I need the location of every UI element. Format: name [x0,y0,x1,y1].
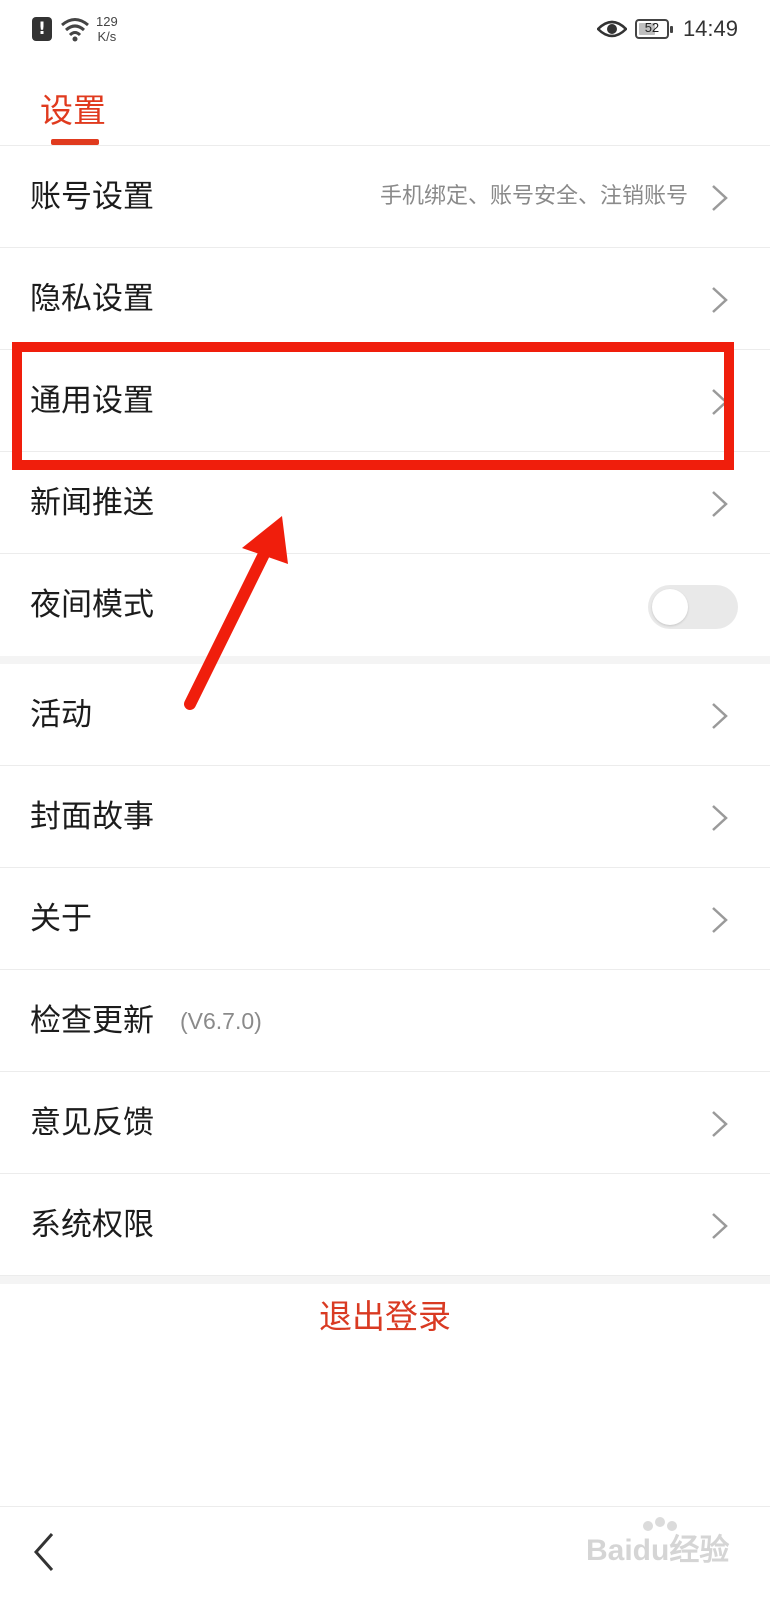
back-arrow-icon[interactable] [30,1530,58,1574]
menu-item-account-settings[interactable]: 账号设置 手机绑定、账号安全、注销账号 [0,146,770,248]
battery-level: 52 [644,20,660,35]
night-mode-toggle[interactable] [648,585,738,629]
settings-list: 账号设置 手机绑定、账号安全、注销账号 隐私设置 通用设置 新闻推送 夜间模式 … [0,146,770,1284]
chevron-right-icon [712,907,728,933]
menu-item-label: 活动 [30,697,92,733]
battery-icon: 52 [634,19,673,39]
menu-item-label: 意见反馈 [30,1105,154,1141]
annotation-arrow-icon [184,516,288,710]
chevron-right-icon [712,1213,728,1239]
menu-item-subtitle: 手机绑定、账号安全、注销账号 [379,184,688,209]
menu-item-label: 夜间模式 [30,587,154,623]
menu-item-cover-story[interactable]: 封面故事 [0,766,770,868]
menu-item-label: 系统权限 [30,1207,154,1243]
section-gap [0,1276,770,1284]
status-right: 52 14:49 [596,16,738,42]
menu-item-label: 检查更新 [30,1003,154,1039]
notification-icon: ! [32,17,52,41]
network-speed-unit: K/s [97,29,117,44]
clock: 14:49 [682,16,738,41]
menu-item-privacy-settings[interactable]: 隐私设置 [0,248,770,350]
network-speed: 129 K/s [96,14,118,44]
menu-item-label: 隐私设置 [30,281,154,317]
chevron-right-icon [712,703,728,729]
menu-item-check-update[interactable]: 检查更新 (V6.7.0) [0,970,770,1072]
annotation-highlight-box [12,342,734,470]
baidu-watermark: Baidu经验 [586,1517,729,1567]
chevron-right-icon [712,287,728,313]
menu-item-activities[interactable]: 活动 [0,664,770,766]
menu-item-label: 账号设置 [30,179,154,215]
chevron-right-icon [712,805,728,831]
menu-item-label: 封面故事 [30,799,154,835]
chevron-right-icon [712,185,728,211]
section-gap [0,656,770,664]
logout-button[interactable]: 退出登录 [0,1290,770,1338]
tab-settings[interactable]: 设置 [40,84,106,132]
network-speed-value: 129 [96,14,118,29]
menu-item-about[interactable]: 关于 [0,868,770,970]
chevron-right-icon [712,1111,728,1137]
bottom-divider [0,1506,770,1507]
status-left: ! 129 K/s [32,14,118,44]
watermark-text: Baidu经验 [586,1533,729,1567]
menu-item-system-permissions[interactable]: 系统权限 [0,1174,770,1276]
wifi-icon [61,18,89,42]
menu-item-feedback[interactable]: 意见反馈 [0,1072,770,1174]
status-bar: ! 129 K/s 52 14:49 [0,0,770,62]
app-version: (V6.7.0) [180,1008,262,1034]
menu-item-night-mode: 夜间模式 [0,554,770,656]
toggle-knob [652,589,688,625]
eye-icon [596,20,627,38]
menu-item-label: 关于 [30,901,92,937]
chevron-right-icon [712,491,728,517]
